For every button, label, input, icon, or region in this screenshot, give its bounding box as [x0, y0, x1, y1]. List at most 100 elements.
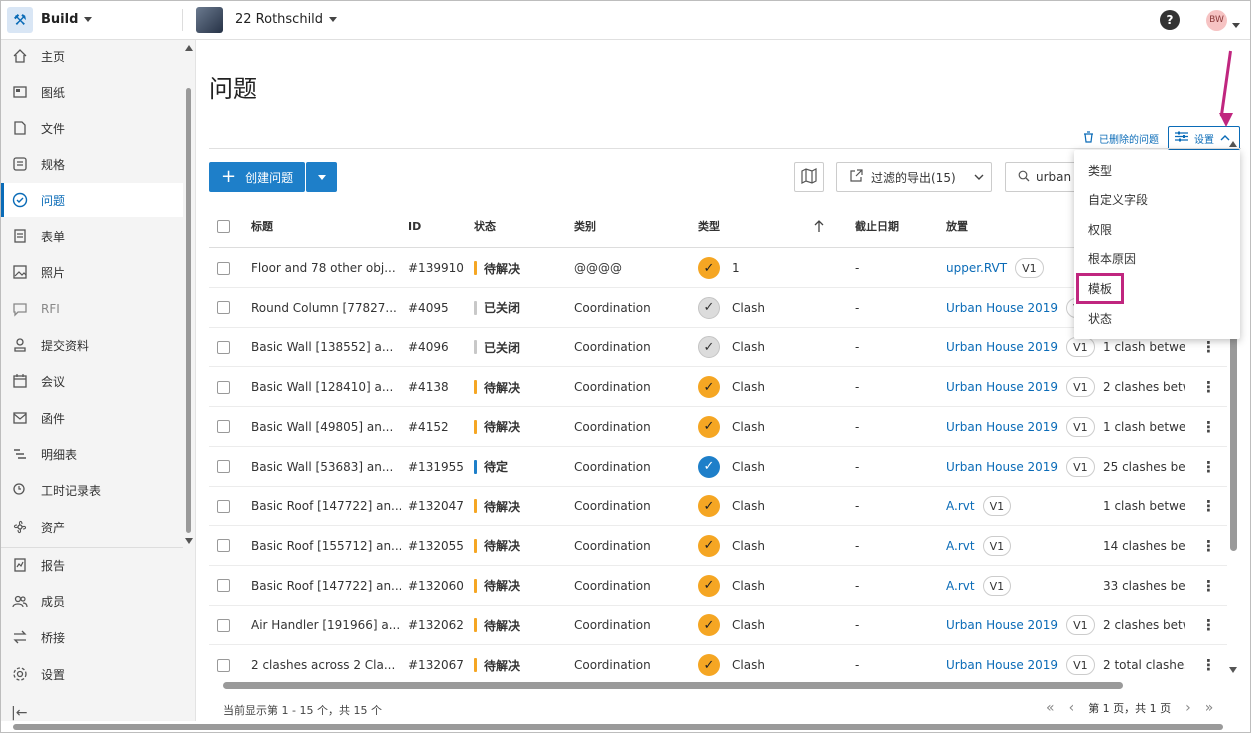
- search-input[interactable]: urban h: [1005, 162, 1085, 192]
- table-row[interactable]: Basic Wall [49805] an... #4152 待解决 Coordina…: [209, 407, 1227, 447]
- help-icon[interactable]: ?: [1160, 10, 1180, 30]
- placement-link[interactable]: Urban House 2019: [946, 460, 1058, 474]
- avatar[interactable]: BW: [1206, 10, 1227, 31]
- placement-link[interactable]: Urban House 2019: [946, 658, 1058, 672]
- scroll-down-icon[interactable]: [1229, 667, 1237, 673]
- placement-link[interactable]: A.rvt: [946, 539, 975, 553]
- row-checkbox[interactable]: [217, 605, 230, 645]
- project-thumbnail[interactable]: [196, 7, 223, 33]
- row-checkbox[interactable]: [217, 526, 230, 566]
- prev-page-icon[interactable]: ‹: [1069, 700, 1075, 716]
- placement-link[interactable]: A.rvt: [946, 579, 975, 593]
- placement-link[interactable]: Urban House 2019: [946, 380, 1058, 394]
- sidebar-item-settings[interactable]: 设置: [1, 657, 183, 691]
- scroll-down-icon[interactable]: [185, 538, 193, 544]
- issue-title[interactable]: Basic Wall [128410] a...: [251, 367, 401, 407]
- row-checkbox[interactable]: [217, 367, 230, 407]
- sidebar-item-forms[interactable]: 表单: [1, 219, 183, 253]
- row-more-icon[interactable]: ⋮: [1201, 407, 1216, 447]
- issue-title[interactable]: Basic Roof [147722] an...: [251, 566, 401, 606]
- sidebar-item-meetings[interactable]: 会议: [1, 364, 183, 398]
- sidebar-item-schedule[interactable]: 明细表: [1, 437, 183, 471]
- next-page-icon[interactable]: ›: [1185, 700, 1191, 716]
- menu-item-permissions[interactable]: 权限: [1074, 214, 1240, 244]
- menu-item-statuses[interactable]: 状态: [1074, 303, 1240, 333]
- table-row[interactable]: Air Handler [191966] a... #132062 待解决 Coord…: [209, 605, 1227, 646]
- select-all-checkbox[interactable]: [217, 205, 230, 247]
- collapse-sidebar-icon[interactable]: |←: [11, 705, 27, 721]
- sidebar-item-timesheet[interactable]: 工时记录表: [1, 473, 183, 507]
- row-more-icon[interactable]: ⋮: [1201, 367, 1216, 407]
- placement-link[interactable]: Urban House 2019: [946, 340, 1058, 354]
- page-horizontal-scrollbar[interactable]: [13, 724, 1223, 730]
- row-more-icon[interactable]: ⋮: [1201, 645, 1216, 681]
- issue-title[interactable]: 2 clashes across 2 Cla...: [251, 645, 401, 681]
- row-more-icon[interactable]: ⋮: [1201, 566, 1216, 606]
- placement-link[interactable]: Urban House 2019: [946, 301, 1058, 315]
- column-header-due-date[interactable]: 截止日期: [855, 205, 899, 247]
- first-page-icon[interactable]: «: [1046, 700, 1055, 716]
- sidebar-item-sheets[interactable]: 图纸: [1, 75, 183, 109]
- issue-title[interactable]: Basic Roof [155712] an...: [251, 526, 401, 566]
- row-more-icon[interactable]: ⋮: [1201, 526, 1216, 566]
- chevron-down-icon[interactable]: [1232, 18, 1240, 32]
- horizontal-scrollbar[interactable]: [223, 682, 1123, 689]
- create-issue-dropdown[interactable]: [306, 162, 337, 192]
- placement-link[interactable]: A.rvt: [946, 499, 975, 513]
- column-header-placement[interactable]: 放置: [946, 205, 968, 247]
- project-switcher[interactable]: 22 Rothschild: [235, 12, 338, 27]
- scroll-up-icon[interactable]: [1229, 141, 1237, 147]
- row-checkbox[interactable]: [217, 288, 230, 328]
- table-row[interactable]: Basic Roof [147722] an... #132047 待解决 Coord…: [209, 486, 1227, 527]
- sidebar-item-members[interactable]: 成员: [1, 584, 183, 618]
- sidebar-item-bridge[interactable]: 桥接: [1, 620, 183, 654]
- sidebar-item-home[interactable]: 主页: [1, 39, 183, 73]
- row-checkbox[interactable]: [217, 566, 230, 606]
- last-page-icon[interactable]: »: [1205, 700, 1214, 716]
- sidebar-item-correspondence[interactable]: 函件: [1, 401, 183, 435]
- placement-link[interactable]: upper.RVT: [946, 261, 1007, 275]
- row-more-icon[interactable]: ⋮: [1201, 605, 1216, 645]
- app-switcher[interactable]: Build: [41, 12, 93, 27]
- column-header-type[interactable]: 类型: [698, 205, 720, 247]
- filtered-export-button[interactable]: 过滤的导出(15): [836, 162, 992, 192]
- table-row[interactable]: Basic Wall [53683] an... #131955 待定 Coordin…: [209, 447, 1227, 487]
- sort-arrow-up-icon[interactable]: [814, 205, 824, 247]
- issue-title[interactable]: Round Column [77827...: [251, 288, 401, 328]
- row-checkbox[interactable]: [217, 645, 230, 681]
- placement-link[interactable]: Urban House 2019: [946, 618, 1058, 632]
- deleted-issues-link[interactable]: 已删除的问题: [1083, 131, 1159, 146]
- scroll-up-icon[interactable]: [185, 45, 193, 51]
- row-checkbox[interactable]: [217, 486, 230, 526]
- column-header-id[interactable]: ID: [408, 205, 421, 247]
- row-checkbox[interactable]: [217, 447, 230, 487]
- menu-item-custom-fields[interactable]: 自定义字段: [1074, 184, 1240, 214]
- sidebar-item-reports[interactable]: 报告: [1, 548, 183, 582]
- sidebar-scrollbar[interactable]: [186, 88, 191, 533]
- table-row[interactable]: Basic Wall [128410] a... #4138 待解决 Coordina…: [209, 367, 1227, 408]
- hammer-icon[interactable]: ⚒: [7, 7, 33, 33]
- menu-item-root-cause[interactable]: 根本原因: [1074, 243, 1240, 273]
- column-header-title[interactable]: 标题: [251, 205, 273, 247]
- issue-title[interactable]: Basic Roof [147722] an...: [251, 486, 401, 526]
- issue-title[interactable]: Floor and 78 other obj...: [251, 248, 401, 288]
- issue-title[interactable]: Air Handler [191966] a...: [251, 605, 401, 645]
- sidebar-item-issues[interactable]: 问题: [1, 183, 183, 217]
- row-more-icon[interactable]: ⋮: [1201, 447, 1216, 487]
- sidebar-item-files[interactable]: 文件: [1, 111, 183, 145]
- column-header-status[interactable]: 状态: [474, 205, 496, 247]
- row-checkbox[interactable]: [217, 407, 230, 447]
- issue-title[interactable]: Basic Wall [138552] a...: [251, 327, 401, 367]
- row-checkbox[interactable]: [217, 327, 230, 367]
- map-view-button[interactable]: [794, 162, 824, 192]
- issue-title[interactable]: Basic Wall [49805] an...: [251, 407, 401, 447]
- row-more-icon[interactable]: ⋮: [1201, 486, 1216, 526]
- sidebar-item-assets[interactable]: 资产: [1, 510, 183, 544]
- column-header-category[interactable]: 类别: [574, 205, 596, 247]
- table-row[interactable]: 2 clashes across 2 Cla... #132067 待解决 Coord…: [209, 645, 1227, 681]
- sidebar-item-submittals[interactable]: 提交资料: [1, 328, 183, 362]
- sidebar-item-photos[interactable]: 照片: [1, 255, 183, 289]
- issue-title[interactable]: Basic Wall [53683] an...: [251, 447, 401, 487]
- menu-item-types[interactable]: 类型: [1074, 155, 1240, 185]
- sidebar-item-specs[interactable]: 规格: [1, 147, 183, 181]
